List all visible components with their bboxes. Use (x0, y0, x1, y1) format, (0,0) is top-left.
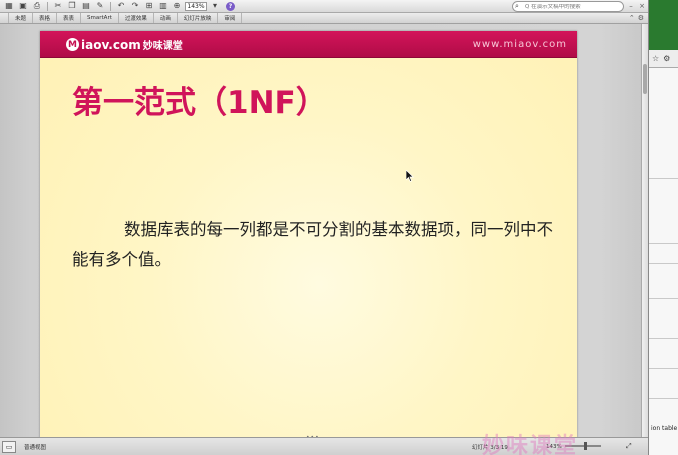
vertical-scrollbar[interactable] (641, 24, 648, 437)
side-row (649, 263, 678, 264)
zoom-slider-knob[interactable] (584, 442, 587, 450)
save-icon[interactable]: ▣ (17, 1, 29, 11)
table-icon[interactable]: ⊞ (143, 1, 155, 11)
side-window-toolbar: ☆ ⚙ (649, 50, 678, 68)
miaov-logo: M iaov.com 妙味课堂 (66, 37, 183, 52)
side-row (649, 243, 678, 244)
tab-charts[interactable]: 表表 (57, 13, 82, 23)
search-icon[interactable]: ⌕ (515, 2, 525, 11)
side-row (649, 298, 678, 299)
chart-icon[interactable]: ▥ (157, 1, 169, 11)
ribbon-tabs: 未题 表格 表表 SmartArt 过渡效果 动画 幻灯片放映 审阅 ⌃ ⚙ (0, 13, 648, 24)
zoom-icon[interactable]: ⊕ (171, 1, 183, 11)
print-icon[interactable]: ⎙ (31, 1, 43, 11)
site-url: www.miaov.com (472, 39, 567, 50)
copy-icon[interactable]: ❐ (66, 1, 78, 11)
side-row (649, 338, 678, 339)
tab-home[interactable] (0, 13, 9, 23)
side-window-content (649, 68, 678, 455)
fit-to-window-icon[interactable]: ⤢ (626, 442, 632, 451)
side-row (649, 178, 678, 179)
tab-review[interactable]: 审阅 (218, 13, 243, 23)
normal-view-icon[interactable]: ▭ (2, 440, 16, 453)
gear-icon[interactable]: ⚙ (638, 14, 644, 22)
slide-body-text[interactable]: 数据库表的每一列都是不可分割的基本数据项，同一列中不能有多个值。 (72, 215, 558, 275)
close-icon[interactable]: × (638, 2, 646, 10)
logo-m-icon: M (66, 38, 79, 51)
paste-icon[interactable]: ▤ (80, 1, 92, 11)
tab-slideshow[interactable]: 幻灯片放映 (178, 13, 219, 23)
search-input[interactable] (525, 3, 621, 10)
window-controls: – × (627, 2, 646, 10)
logo-text: iaov.com (81, 37, 141, 52)
cut-icon[interactable]: ✂ (52, 1, 64, 11)
collapse-ribbon-icon[interactable]: ⌃ (629, 14, 635, 22)
ribbon-controls: ⌃ ⚙ (629, 13, 648, 23)
slide[interactable]: M iaov.com 妙味课堂 www.miaov.com 第一范式（1NF） … (40, 31, 577, 440)
undo-icon[interactable]: ↶ (115, 1, 127, 11)
sidebar-icon[interactable]: ▦ (3, 1, 15, 11)
minimize-icon[interactable]: – (627, 2, 635, 10)
slide-title[interactable]: 第一范式（1NF） (72, 77, 327, 122)
side-row (649, 368, 678, 369)
zoom-dropdown-icon[interactable]: ▾ (209, 1, 221, 11)
format-icon[interactable]: ✎ (94, 1, 106, 11)
side-window-header (649, 0, 678, 50)
side-window-text: ion table (651, 425, 678, 432)
tab-transitions[interactable]: 过渡效果 (119, 13, 154, 23)
zoom-field[interactable]: 143% (185, 1, 207, 11)
star-icon[interactable]: ☆ (652, 54, 659, 63)
logo-cn-text: 妙味课堂 (142, 41, 183, 52)
tab-untitled[interactable]: 未题 (9, 13, 34, 23)
background-window: ☆ ⚙ ion table (648, 0, 678, 455)
slide-header-band: M iaov.com 妙味课堂 www.miaov.com (40, 31, 577, 58)
gear-icon[interactable]: ⚙ (663, 54, 670, 63)
view-mode-label: 普通视图 (24, 444, 47, 451)
toolbar-divider (47, 1, 48, 11)
toolbar-divider (110, 1, 111, 11)
tab-table[interactable]: 表格 (33, 13, 58, 23)
redo-icon[interactable]: ↷ (129, 1, 141, 11)
scrollbar-thumb[interactable] (643, 64, 647, 94)
search-box: ⌕ (512, 1, 624, 12)
watermark: 妙味课堂 (482, 434, 579, 455)
side-row (649, 398, 678, 399)
help-icon[interactable]: ? (226, 1, 235, 11)
mouse-cursor-icon (406, 170, 414, 182)
tab-smartart[interactable]: SmartArt (81, 13, 119, 23)
tab-animations[interactable]: 动画 (154, 13, 178, 23)
